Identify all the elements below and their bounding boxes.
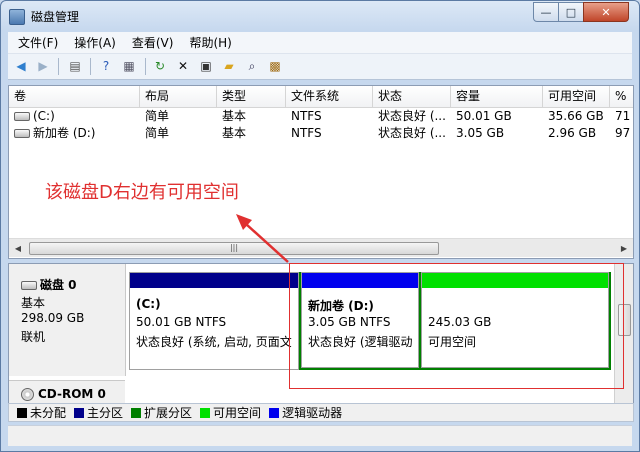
annotation-arrow-line <box>245 223 289 263</box>
annotation-arrow <box>236 214 289 263</box>
